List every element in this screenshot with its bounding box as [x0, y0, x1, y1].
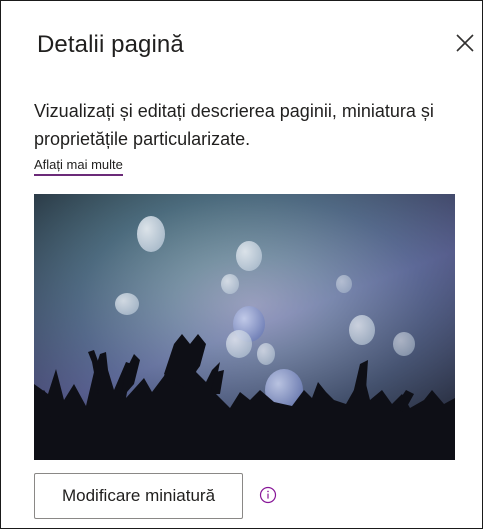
panel-description: Vizualizați și editați descrierea pagini… — [34, 101, 434, 149]
learn-more-link[interactable]: Aflați mai multe — [34, 157, 123, 176]
panel-title: Detalii pagină — [37, 31, 184, 58]
change-thumbnail-button[interactable]: Modificare miniatură — [34, 473, 243, 519]
page-thumbnail-image[interactable] — [34, 194, 455, 460]
page-details-panel: Detalii pagină Vizualizați și editați de… — [0, 0, 483, 529]
info-icon[interactable] — [259, 486, 277, 504]
close-button[interactable] — [453, 31, 477, 55]
close-icon — [456, 34, 474, 52]
